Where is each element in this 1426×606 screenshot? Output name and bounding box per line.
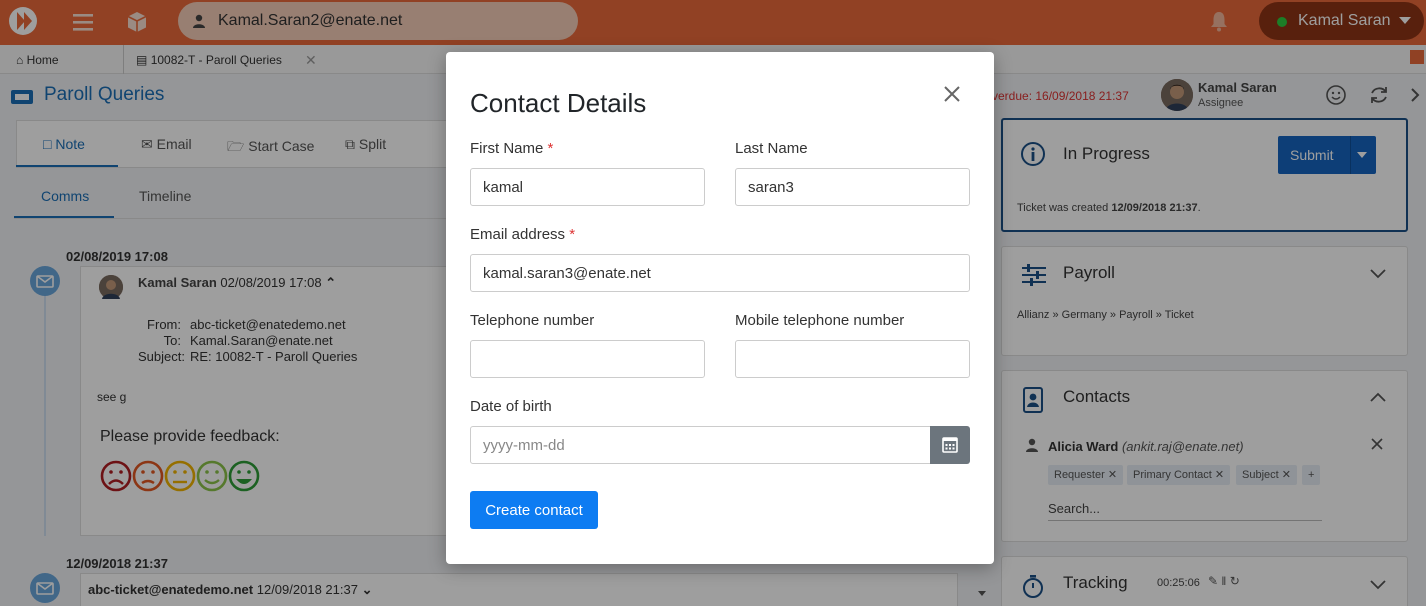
- email-label-text: Email address: [470, 226, 566, 243]
- first-name-label: First Name *: [470, 140, 553, 157]
- telephone-field[interactable]: [470, 340, 705, 378]
- email-label: Email address *: [470, 226, 575, 243]
- mobile-field[interactable]: [735, 340, 970, 378]
- calendar-icon: [942, 437, 958, 453]
- telephone-label: Telephone number: [470, 312, 595, 329]
- first-name-field[interactable]: [470, 168, 705, 206]
- close-icon[interactable]: [942, 84, 962, 104]
- dob-field[interactable]: [470, 426, 931, 464]
- email-field[interactable]: [470, 254, 970, 292]
- last-name-field[interactable]: [735, 168, 970, 206]
- last-name-label: Last Name: [735, 140, 808, 157]
- modal-title: Contact Details: [470, 88, 647, 118]
- contact-details-modal: Contact Details First Name * Last Name E…: [446, 52, 994, 564]
- required-mark: *: [547, 140, 554, 157]
- calendar-button[interactable]: [930, 426, 970, 464]
- create-contact-button[interactable]: Create contact: [470, 491, 598, 529]
- first-name-label-text: First Name: [470, 140, 544, 157]
- mobile-label: Mobile telephone number: [735, 312, 905, 329]
- required-mark: *: [569, 226, 576, 243]
- dob-label: Date of birth: [470, 398, 552, 415]
